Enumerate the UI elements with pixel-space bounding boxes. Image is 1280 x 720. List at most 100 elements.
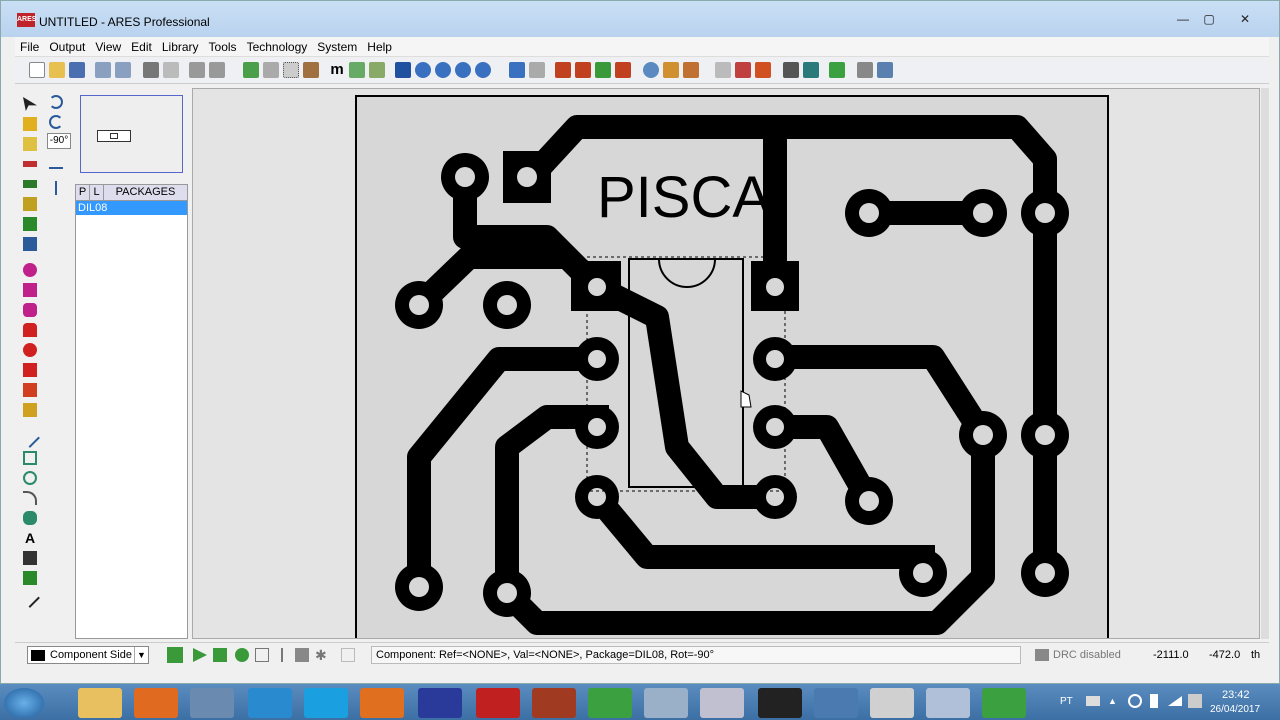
zoom-area-icon[interactable]	[475, 62, 491, 78]
rotation-angle-field[interactable]: -90°	[47, 133, 71, 149]
polygon-pad-icon[interactable]	[23, 383, 37, 397]
rotate-anticlockwise-icon[interactable]	[49, 115, 63, 129]
calculator-taskbar-icon[interactable]	[190, 688, 234, 718]
menu-view[interactable]: View	[90, 37, 126, 57]
tidy-icon[interactable]	[755, 62, 771, 78]
pan-icon[interactable]	[369, 62, 385, 78]
pause-icon[interactable]	[235, 648, 249, 662]
target-icon[interactable]	[341, 648, 355, 662]
stop-icon[interactable]	[255, 648, 269, 662]
layers-stack-icon[interactable]	[167, 647, 183, 663]
connectivity-checker-icon[interactable]	[829, 62, 845, 78]
close-button[interactable]: ✕	[1231, 11, 1259, 27]
track-mode-icon[interactable]	[23, 161, 37, 167]
maximize-button[interactable]: ▢	[1197, 11, 1221, 27]
start-button-icon[interactable]	[4, 688, 44, 718]
ares-taskbar-icon[interactable]	[476, 688, 520, 718]
zoom-in-icon[interactable]	[415, 62, 431, 78]
menu-edit[interactable]: Edit	[126, 37, 157, 57]
block-move-icon[interactable]	[575, 62, 591, 78]
layer-selector[interactable]: Component Side ▼	[27, 646, 149, 664]
menu-file[interactable]: File	[15, 37, 44, 57]
3d-view-icon[interactable]	[877, 62, 893, 78]
layers-icon[interactable]	[189, 62, 205, 78]
clock-time[interactable]: 23:42	[1222, 689, 1250, 701]
zoom-all-icon[interactable]	[455, 62, 471, 78]
property-assignment-icon[interactable]	[803, 62, 819, 78]
dimension-icon[interactable]	[20, 588, 40, 608]
ie-taskbar-icon[interactable]	[248, 688, 292, 718]
via-mode-icon[interactable]	[23, 180, 37, 188]
paint-taskbar-icon[interactable]	[870, 688, 914, 718]
window-taskbar-icon[interactable]	[814, 688, 858, 718]
skype-taskbar-icon[interactable]	[304, 688, 348, 718]
network-icon[interactable]	[1168, 696, 1182, 706]
edit-track-icon[interactable]	[281, 648, 295, 662]
menu-help[interactable]: Help	[362, 37, 397, 57]
export-icon[interactable]	[115, 62, 131, 78]
marker-icon[interactable]	[23, 571, 37, 585]
camtasia-taskbar-icon[interactable]	[588, 688, 632, 718]
origin-icon[interactable]	[263, 62, 279, 78]
explorer-taskbar-icon[interactable]	[78, 688, 122, 718]
keyboard-icon[interactable]	[1086, 696, 1100, 706]
rotate-clockwise-icon[interactable]	[49, 95, 63, 109]
menu-output[interactable]: Output	[44, 37, 90, 57]
decompose-icon[interactable]	[683, 62, 699, 78]
path-2d-icon[interactable]	[23, 511, 37, 525]
chevron-up-icon[interactable]: ▲	[1108, 696, 1117, 706]
paint-brush-taskbar-icon[interactable]	[926, 688, 970, 718]
mirror-horizontal-icon[interactable]	[49, 167, 63, 169]
design-rules-icon[interactable]	[857, 62, 873, 78]
menu-tools[interactable]: Tools	[204, 37, 242, 57]
dil-pad-icon[interactable]	[23, 303, 37, 317]
ratsnest-mode-icon[interactable]	[23, 217, 37, 231]
block-rotate-icon[interactable]	[595, 62, 611, 78]
chevron-down-icon[interactable]: ▼	[134, 647, 148, 663]
component-mode-icon[interactable]	[23, 117, 37, 131]
false-origin-icon[interactable]	[303, 62, 319, 78]
play-icon[interactable]	[193, 648, 207, 662]
camtasia-recorder-taskbar-icon[interactable]	[982, 688, 1026, 718]
isis-taskbar-icon[interactable]	[418, 688, 462, 718]
square-pad-icon[interactable]	[23, 283, 37, 297]
step-icon[interactable]	[213, 648, 227, 662]
circular-smt-pad-icon[interactable]	[23, 343, 37, 357]
menu-library[interactable]: Library	[157, 37, 204, 57]
save-icon[interactable]	[69, 62, 85, 78]
menu-technology[interactable]: Technology	[242, 37, 313, 57]
import-icon[interactable]	[95, 62, 111, 78]
volume-icon[interactable]	[1188, 694, 1202, 708]
editing-canvas[interactable]: PISCA	[192, 88, 1260, 639]
block-copy-icon[interactable]	[555, 62, 571, 78]
tab-pick[interactable]: P	[76, 185, 90, 200]
round-pad-icon[interactable]	[23, 263, 37, 277]
block-delete-icon[interactable]	[615, 62, 631, 78]
symbol-2d-icon[interactable]	[23, 551, 37, 565]
autorouter-icon[interactable]	[735, 62, 751, 78]
metric-toggle-icon[interactable]: m	[329, 62, 345, 78]
pick-icon[interactable]	[643, 62, 659, 78]
open-folder-icon[interactable]	[49, 62, 65, 78]
tidy-status-icon[interactable]	[295, 648, 309, 662]
set-layer-icon[interactable]	[209, 62, 225, 78]
overview-preview[interactable]	[80, 95, 183, 173]
ratsnest-icon[interactable]: ✱	[315, 648, 329, 662]
autoplacer-icon[interactable]	[715, 62, 731, 78]
update-icon[interactable]	[1128, 694, 1142, 708]
zoom-out-icon[interactable]	[435, 62, 451, 78]
kindle-taskbar-icon[interactable]	[758, 688, 802, 718]
make-package-icon[interactable]	[663, 62, 679, 78]
refresh-icon[interactable]	[243, 62, 259, 78]
snipping-taskbar-icon[interactable]	[700, 688, 744, 718]
search-tag-icon[interactable]	[783, 62, 799, 78]
zone-mode-icon[interactable]	[23, 197, 37, 211]
circle-2d-icon[interactable]	[23, 471, 37, 485]
calc-taskbar-icon[interactable]	[644, 688, 688, 718]
package-mode-icon[interactable]	[23, 137, 37, 151]
pcb-board[interactable]: PISCA	[355, 95, 1109, 638]
package-list-item-selected[interactable]: DIL08	[76, 201, 187, 215]
undo-icon[interactable]	[509, 62, 525, 78]
powerpoint-taskbar-icon[interactable]	[532, 688, 576, 718]
selection-mode-icon[interactable]	[23, 97, 37, 111]
